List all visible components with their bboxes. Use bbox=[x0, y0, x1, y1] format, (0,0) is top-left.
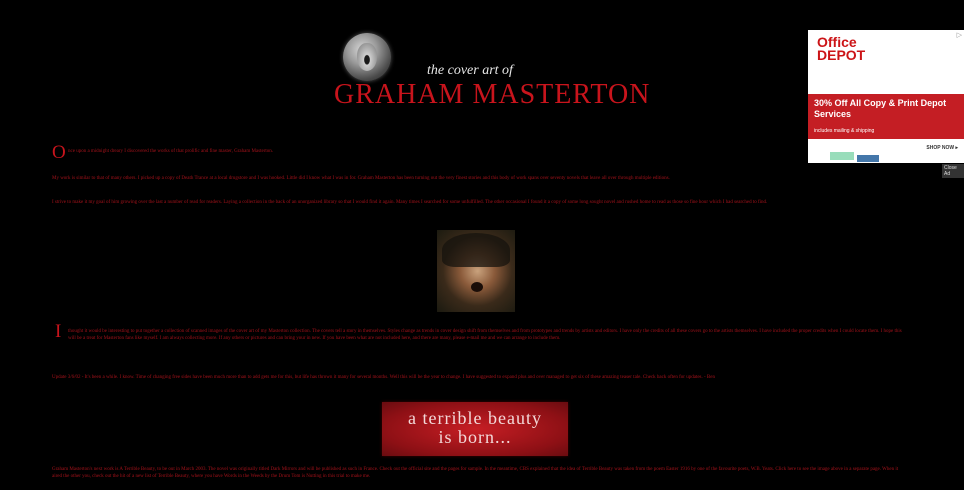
page-title: GRAHAM MASTERTON bbox=[334, 79, 651, 110]
banner-line-1: a terrible beauty bbox=[408, 408, 542, 428]
screaming-face-photo bbox=[437, 230, 515, 312]
ad-thumbnail bbox=[830, 152, 854, 160]
paragraph-3: I strive to make it my goal of him growi… bbox=[52, 200, 768, 205]
paragraph-4: thought it would be interesting to put t… bbox=[68, 329, 902, 341]
ad-info-icon[interactable]: ▷ bbox=[957, 31, 962, 39]
advertisement[interactable]: ▷ Office DEPOT 30% Off All Copy & Print D… bbox=[808, 30, 964, 163]
update-paragraph: Update 3/6/02 - It's been a while. I kno… bbox=[52, 375, 715, 380]
paragraph-2: My work is similar to that of many other… bbox=[52, 176, 670, 181]
intro-dropcap: O bbox=[52, 142, 66, 163]
ad-promo[interactable]: 30% Off All Copy & Print Depot Services … bbox=[808, 94, 964, 139]
terrible-beauty-banner[interactable]: a terrible beauty is born... bbox=[382, 402, 568, 456]
ad-subline: includes mailing & shipping bbox=[814, 128, 875, 134]
ad-shop-now-link[interactable]: SHOP NOW ▸ bbox=[926, 145, 958, 151]
banner-line-2: is born... bbox=[438, 427, 512, 447]
ad-brand[interactable]: Office DEPOT bbox=[817, 35, 865, 62]
intro-paragraph: nce upon a midnight dreary I discovered … bbox=[68, 149, 274, 154]
screaming-face-icon bbox=[357, 43, 377, 71]
paragraph-4-dropcap: I bbox=[55, 321, 62, 342]
paragraph-6: Graham Masterton's next work is A Terrib… bbox=[52, 467, 899, 479]
author-logo bbox=[343, 33, 391, 81]
ad-headline: 30% Off All Copy & Print Depot Services bbox=[814, 98, 947, 119]
page-subtitle: the cover art of bbox=[427, 63, 513, 78]
ad-thumbnail bbox=[857, 155, 879, 162]
ad-close-button[interactable]: Close Ad bbox=[942, 164, 964, 178]
